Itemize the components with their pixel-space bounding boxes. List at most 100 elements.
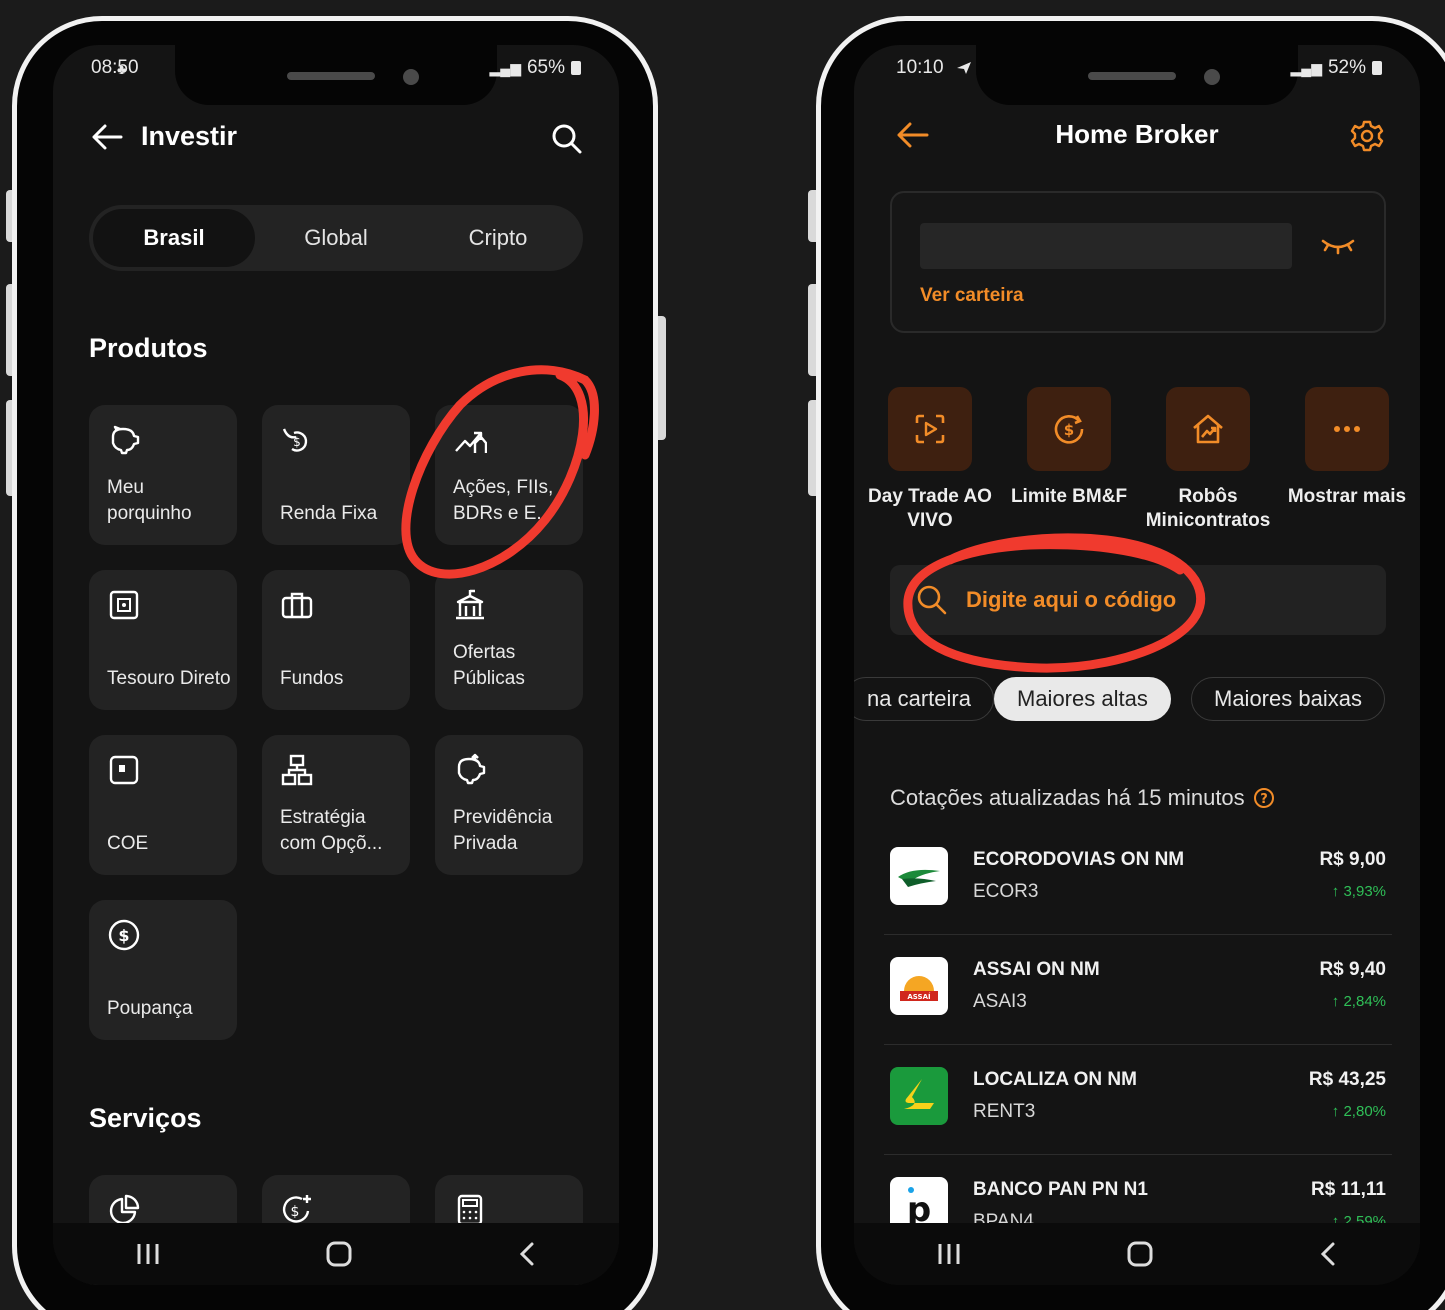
- product-tile-coe[interactable]: COE: [89, 735, 237, 875]
- localiza-logo: [890, 1067, 948, 1125]
- view-wallet-link[interactable]: Ver carteira: [920, 285, 1024, 307]
- quote-row[interactable]: ECORODOVIAS ON NM ECOR3 R$ 9,00 ↑ 3,93%: [884, 825, 1392, 935]
- notch: [175, 45, 497, 105]
- android-nav-bar: [53, 1223, 619, 1285]
- product-tile-ofertas-publicas[interactable]: Ofertas Públicas: [435, 570, 583, 710]
- quote-row[interactable]: LOCALIZA ON NM RENT3 R$ 43,25 ↑ 2,80%: [884, 1045, 1392, 1155]
- product-tile-estrategia-opcoes[interactable]: Estratégia com Opçõ...: [262, 735, 410, 875]
- quote-row[interactable]: ASSAÍ ASSAI ON NM ASAI3 R$ 9,40 ↑ 2,84%: [884, 935, 1392, 1045]
- briefcase-icon: [281, 592, 313, 619]
- filter-chip-na-carteira[interactable]: na carteira: [854, 677, 994, 721]
- status-time: 08:50: [91, 57, 139, 78]
- svg-text:$: $: [1064, 421, 1074, 439]
- robot-house-icon: [1193, 414, 1223, 444]
- stock-name: ECORODOVIAS ON NM: [973, 849, 1185, 870]
- search-icon[interactable]: [551, 123, 583, 155]
- market-segmented-control: Brasil Global Cripto: [89, 205, 583, 271]
- hide-eye-icon[interactable]: [1320, 235, 1356, 255]
- action-mostrar-mais[interactable]: Mostrar mais: [1277, 387, 1417, 509]
- product-label: Poupança: [107, 998, 193, 1019]
- action-limite-bmf[interactable]: $ Limite BM&F: [999, 387, 1139, 509]
- android-nav-bar: [854, 1223, 1420, 1285]
- product-tile-acoes[interactable]: Ações, FIIs, BDRs e E...: [435, 405, 583, 545]
- action-icon-box: [1166, 387, 1250, 471]
- assai-logo-text: ASSAÍ: [907, 992, 931, 1001]
- page-title: Home Broker: [1055, 119, 1219, 149]
- product-tile-poupanca[interactable]: $ Poupança: [89, 900, 237, 1040]
- svg-text:$: $: [291, 1204, 300, 1220]
- investir-screen: 08:50 ♣ ▂▄▆ 65% Investir Brasil Global C…: [53, 45, 619, 1285]
- product-label: COE: [107, 833, 149, 854]
- status-right: ▂▄▆ 65%: [490, 57, 581, 79]
- stock-ticker: ECOR3: [973, 881, 1039, 902]
- battery-level: 65%: [526, 57, 565, 78]
- recent-apps-icon[interactable]: [135, 1242, 161, 1266]
- nav-back-icon[interactable]: [1318, 1241, 1338, 1267]
- home-icon[interactable]: [1126, 1241, 1154, 1267]
- product-label: Ações, FIIs, BDRs e E...: [453, 477, 554, 524]
- product-tile-fundos[interactable]: Fundos: [262, 570, 410, 710]
- svg-text:?: ?: [1260, 792, 1268, 807]
- tab-global[interactable]: Global: [255, 209, 417, 267]
- dollar-circle-icon: $: [1054, 415, 1084, 444]
- product-label: Tesouro Direto: [107, 668, 231, 689]
- signal-icon: ▂▄▆: [1290, 59, 1322, 76]
- page-title: Investir: [141, 121, 238, 151]
- quote-update-text: Cotações atualizadas há 15 minutos: [890, 785, 1245, 810]
- notch: [976, 45, 1298, 105]
- product-label: Renda Fixa: [280, 503, 378, 524]
- back-arrow-icon[interactable]: [91, 123, 123, 151]
- stock-price: R$ 43,25: [1308, 1069, 1386, 1090]
- search-icon: [917, 585, 947, 615]
- product-tile-previdencia[interactable]: Previdência Privada: [435, 735, 583, 875]
- products-heading: Produtos: [89, 333, 208, 363]
- product-label: Fundos: [280, 668, 344, 689]
- svg-text:$: $: [118, 926, 129, 945]
- tab-cripto[interactable]: Cripto: [417, 209, 579, 267]
- recent-apps-icon[interactable]: [936, 1242, 962, 1266]
- add-money-icon: $: [282, 1195, 311, 1223]
- fixed-income-icon: $: [282, 428, 308, 452]
- action-label: Robôs Minicontratos: [1145, 486, 1271, 531]
- action-day-trade[interactable]: Day Trade AO VIVO: [860, 387, 1000, 533]
- battery-level: 52%: [1327, 57, 1366, 78]
- stock-price: R$ 11,11: [1310, 1179, 1386, 1200]
- bank-building-icon: [456, 589, 484, 620]
- filter-chip-maiores-altas[interactable]: Maiores altas: [994, 677, 1171, 721]
- wallet-card: Ver carteira: [890, 191, 1386, 333]
- pie-chart-icon: [109, 1194, 140, 1225]
- gear-icon[interactable]: [1350, 119, 1384, 153]
- action-label: Day Trade AO VIVO: [868, 486, 992, 531]
- stock-ticker: RENT3: [973, 1101, 1036, 1122]
- action-icon-box: $: [1027, 387, 1111, 471]
- product-tile-renda-fixa[interactable]: $ Renda Fixa: [262, 405, 410, 545]
- action-icon-box: [1305, 387, 1389, 471]
- piggy-bank-icon: [111, 425, 140, 455]
- product-label: Estratégia com Opçõ...: [280, 807, 383, 854]
- product-label: Previdência Privada: [453, 807, 553, 854]
- stock-name: LOCALIZA ON NM: [973, 1069, 1137, 1090]
- more-icon: [1334, 426, 1360, 432]
- battery-icon: [571, 61, 581, 75]
- phone-frame-right: 10:10 ▂▄▆ 52% Home Broker Ver carteira D…: [816, 16, 1445, 1310]
- ticker-search-field[interactable]: Digite aqui o código: [890, 565, 1386, 635]
- svg-text:$: $: [293, 435, 301, 449]
- investir-header: Investir: [91, 121, 237, 152]
- stock-price: R$ 9,40: [1319, 959, 1386, 980]
- vault-icon: [109, 590, 139, 620]
- help-icon[interactable]: ?: [1253, 787, 1275, 809]
- nav-back-icon[interactable]: [517, 1241, 537, 1267]
- action-robos[interactable]: Robôs Minicontratos: [1138, 387, 1278, 533]
- coin-icon: $: [108, 919, 140, 951]
- ecorodovias-logo: [890, 847, 948, 905]
- action-label: Mostrar mais: [1287, 486, 1407, 507]
- tab-brasil[interactable]: Brasil: [93, 209, 255, 267]
- home-icon[interactable]: [325, 1241, 353, 1267]
- product-label: Ofertas Públicas: [453, 642, 525, 689]
- stock-change: ↑ 3,93%: [1331, 883, 1386, 900]
- stock-name: ASSAI ON NM: [973, 959, 1100, 980]
- product-tile-tesouro-direto[interactable]: Tesouro Direto: [89, 570, 237, 710]
- stocks-icon: [455, 431, 487, 453]
- filter-chip-maiores-baixas[interactable]: Maiores baixas: [1191, 677, 1385, 721]
- product-tile-meu-porquinho[interactable]: Meu porquinho: [89, 405, 237, 545]
